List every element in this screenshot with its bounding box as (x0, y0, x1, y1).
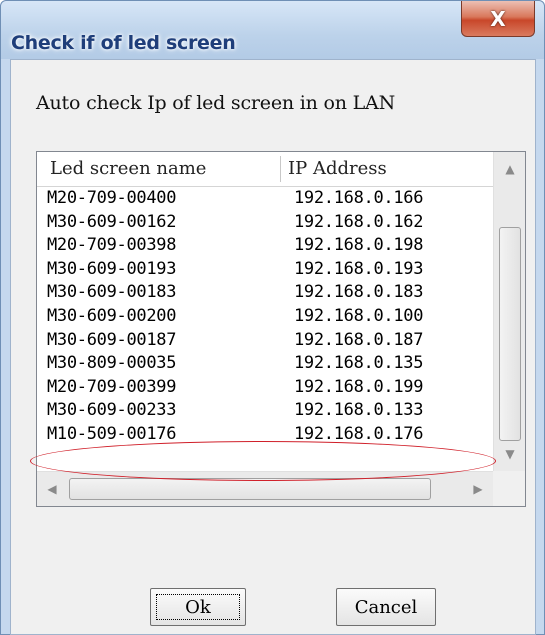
led-screen-name-cell: M20-709-00400 (47, 188, 177, 208)
ip-address-cell: 192.168.0.198 (294, 235, 424, 256)
table-row[interactable]: M20-709-00400 192.168.0.166 (37, 187, 493, 211)
cancel-button[interactable]: Cancel (336, 588, 436, 626)
ip-address-cell: 192.168.0.176 (294, 423, 424, 444)
ip-address-cell: 192.168.0.183 (294, 282, 424, 303)
window-title: Check if of led screen (11, 32, 236, 54)
ip-address-cell: 192.168.0.100 (294, 305, 424, 326)
scroll-left-icon[interactable]: ◀ (37, 472, 67, 506)
column-header-ip[interactable]: IP Address (288, 152, 387, 186)
ip-address-cell: 192.168.0.166 (294, 188, 424, 208)
led-screen-name-cell: M20-709-00398 (47, 235, 177, 256)
table-row[interactable]: M30-609-00193 192.168.0.193 (37, 258, 493, 282)
table-row[interactable]: M30-809-00035 192.168.0.135 (37, 352, 493, 376)
vertical-scroll-thumb[interactable] (499, 227, 521, 441)
led-screen-name-cell: M10-509-00176 (47, 423, 177, 444)
table-row[interactable]: M30-609-00233 192.168.0.133 (37, 399, 493, 423)
focus-rectangle (156, 594, 240, 620)
description-label: Auto check Ip of led screen in on LAN (36, 92, 395, 114)
table-row[interactable]: M30-609-00187 192.168.0.187 (37, 329, 493, 353)
horizontal-scrollbar[interactable]: ◀ ▶ (37, 471, 493, 506)
led-screen-name-cell: M30-609-00193 (47, 258, 177, 279)
column-divider[interactable] (280, 156, 281, 182)
ip-address-cell: 192.168.0.133 (294, 400, 424, 421)
scroll-down-icon[interactable]: ▼ (494, 437, 525, 471)
led-screen-name-cell: M20-709-00399 (47, 376, 177, 397)
list-rows: M20-709-00400 192.168.0.166 M30-609-00162 1… (37, 187, 493, 447)
scroll-right-icon[interactable]: ▶ (463, 472, 493, 506)
led-screen-name-cell: M30-609-00162 (47, 211, 177, 232)
led-screen-name-cell: M30-609-00187 (47, 329, 177, 350)
cancel-button-label: Cancel (354, 596, 418, 618)
led-screen-name-cell: M30-809-00035 (47, 353, 177, 374)
led-screen-name-cell: M30-609-00233 (47, 400, 177, 421)
close-button[interactable]: X (461, 1, 535, 37)
list-header: Led screen name IP Address (37, 152, 493, 187)
table-row[interactable]: M30-609-00200 192.168.0.100 (37, 305, 493, 329)
ip-address-cell: 192.168.0.193 (294, 258, 424, 279)
ip-address-cell: 192.168.0.135 (294, 353, 424, 374)
ok-button[interactable]: Ok (150, 588, 246, 626)
title-bar[interactable]: Check if of led screen X (1, 1, 544, 59)
horizontal-scroll-thumb[interactable] (69, 478, 431, 500)
ip-address-cell: 192.168.0.187 (294, 329, 424, 350)
table-row[interactable]: M30-609-00183 192.168.0.183 (37, 281, 493, 305)
led-screen-name-cell: M30-609-00183 (47, 282, 177, 303)
led-screen-name-cell: M30-609-00200 (47, 305, 177, 326)
led-screen-list[interactable]: Led screen name IP Address M20-709-00400… (36, 151, 526, 507)
ip-address-cell: 192.168.0.199 (294, 376, 424, 397)
close-icon: X (490, 6, 506, 31)
vertical-scrollbar[interactable]: ▲ ▼ (493, 152, 525, 471)
ip-address-cell: 192.168.0.162 (294, 211, 424, 232)
table-row[interactable]: M20-709-00398 192.168.0.198 (37, 234, 493, 258)
table-row[interactable]: M30-609-00162 192.168.0.162 (37, 211, 493, 235)
column-header-name[interactable]: Led screen name (50, 152, 206, 186)
table-row[interactable]: M10-509-00176 192.168.0.176 (37, 423, 493, 447)
scroll-up-icon[interactable]: ▲ (494, 152, 525, 186)
scrollbar-corner (493, 471, 525, 506)
table-row[interactable]: M20-709-00399 192.168.0.199 (37, 376, 493, 400)
